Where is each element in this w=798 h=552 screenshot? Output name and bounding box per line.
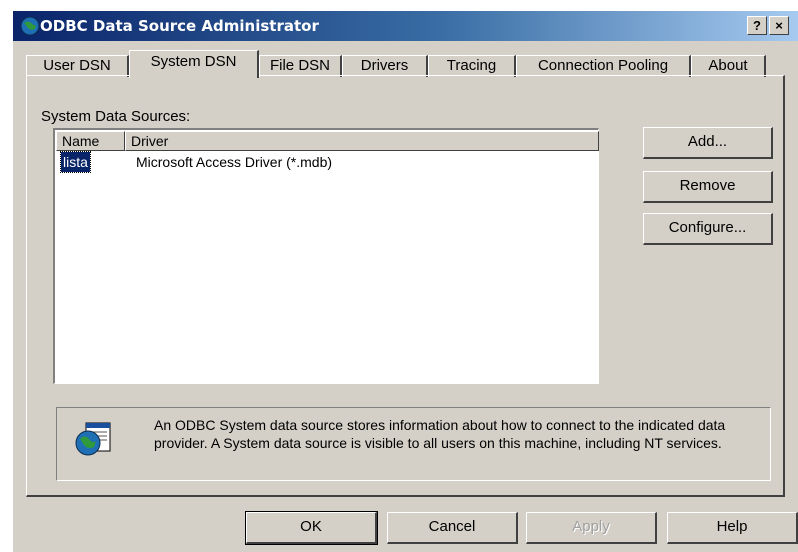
system-data-sources-label: System Data Sources: [41, 108, 191, 125]
configure-button[interactable]: Configure... [643, 213, 773, 245]
info-description: An ODBC System data source stores inform… [154, 417, 726, 451]
cancel-button[interactable]: Cancel [387, 512, 518, 544]
data-sources-list[interactable]: Name Driver lista Microsoft Access Drive… [53, 128, 599, 384]
odbc-dialog: ODBC Data Source Administrator ? × User … [13, 11, 798, 552]
odbc-globe-icon [20, 16, 40, 36]
dsn-name: lista [60, 151, 91, 173]
tab-about[interactable]: About [691, 55, 766, 77]
dsn-driver: Microsoft Access Driver (*.mdb) [136, 154, 333, 170]
tab-user-dsn[interactable]: User DSN [26, 55, 129, 77]
tab-strip: User DSN System DSN File DSN Drivers Tra… [13, 41, 798, 78]
tab-tracing[interactable]: Tracing [428, 55, 516, 77]
add-button[interactable]: Add... [643, 127, 773, 159]
tab-connection-pooling[interactable]: Connection Pooling [516, 55, 691, 77]
apply-button[interactable]: Apply [526, 512, 657, 544]
info-box: An ODBC System data source stores inform… [56, 407, 771, 481]
column-header-name[interactable]: Name [56, 131, 125, 151]
tab-file-dsn[interactable]: File DSN [259, 55, 342, 77]
tab-drivers[interactable]: Drivers [342, 55, 428, 77]
title-bar[interactable]: ODBC Data Source Administrator ? × [13, 11, 798, 41]
window-title: ODBC Data Source Administrator [40, 17, 319, 35]
ok-button[interactable]: OK [245, 511, 378, 545]
column-header-driver[interactable]: Driver [125, 131, 599, 151]
help-title-button[interactable]: ? [747, 16, 767, 35]
remove-button[interactable]: Remove [643, 171, 773, 203]
data-source-icon [75, 422, 111, 456]
tab-system-dsn[interactable]: System DSN [129, 50, 259, 78]
close-title-button[interactable]: × [769, 16, 789, 35]
help-button[interactable]: Help [667, 512, 798, 544]
